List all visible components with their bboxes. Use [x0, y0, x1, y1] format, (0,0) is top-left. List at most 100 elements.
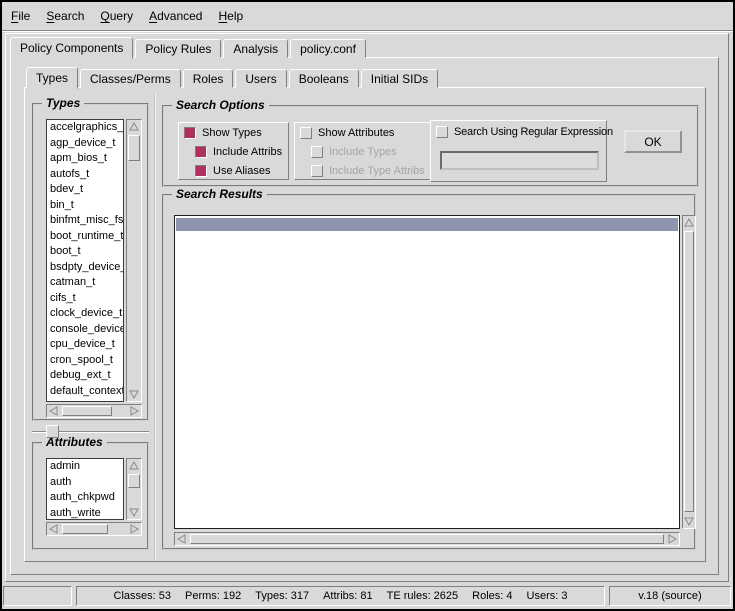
- menu-bar: File Search Query Advanced Help: [2, 2, 733, 30]
- type-list-item[interactable]: autofs_t: [47, 167, 123, 183]
- show-attributes-group: Show Attributes Include Types Include Ty…: [294, 122, 431, 180]
- checkbox-label: Show Types: [202, 127, 262, 139]
- type-list-item[interactable]: bsdpty_device_: [47, 260, 123, 276]
- show-types-group: Show Types Include Attribs Use Aliases: [178, 122, 289, 180]
- tab-policy-components[interactable]: Policy Components: [10, 37, 133, 59]
- tab-types[interactable]: Types: [26, 67, 78, 89]
- tab-policy-rules[interactable]: Policy Rules: [135, 39, 221, 58]
- scroll-left-arrow-icon[interactable]: [47, 523, 60, 535]
- regex-checkbox[interactable]: Search Using Regular Expression: [436, 126, 613, 138]
- type-list-item[interactable]: cpu_device_t: [47, 337, 123, 353]
- checkbox-indicator-icon: [311, 165, 323, 177]
- search-results-title: Search Results: [172, 187, 267, 201]
- tab-booleans[interactable]: Booleans: [289, 69, 359, 88]
- sash-handle[interactable]: [46, 425, 59, 438]
- tab-initial-sids[interactable]: Initial SIDs: [361, 69, 438, 88]
- attributes-frame: Attributes adminauthauth_chkpwdauth_writ…: [32, 442, 149, 550]
- types-listbox[interactable]: accelgraphics_eagp_device_tapm_bios_taut…: [46, 119, 124, 402]
- status-left: [3, 586, 72, 606]
- type-list-item[interactable]: cifs_t: [47, 291, 123, 307]
- attributes-vscrollbar[interactable]: [126, 458, 142, 520]
- scroll-up-arrow-icon[interactable]: [683, 216, 695, 229]
- pane-divider[interactable]: [154, 92, 156, 560]
- regex-group: Search Using Regular Expression: [430, 120, 607, 182]
- tab-analysis[interactable]: Analysis: [223, 39, 288, 58]
- type-list-item[interactable]: accelgraphics_e: [47, 120, 123, 136]
- scroll-right-arrow-icon[interactable]: [128, 405, 141, 417]
- scroll-thumb[interactable]: [684, 231, 694, 512]
- scroll-left-arrow-icon[interactable]: [175, 533, 188, 545]
- results-text-area[interactable]: [174, 215, 680, 529]
- type-list-item[interactable]: binfmt_misc_fs: [47, 213, 123, 229]
- menu-help[interactable]: Help: [213, 7, 248, 25]
- attributes-hscrollbar[interactable]: [46, 522, 142, 536]
- scroll-thumb[interactable]: [190, 534, 664, 544]
- menu-advanced[interactable]: Advanced: [144, 7, 207, 25]
- include-type-attribs-checkbox[interactable]: Include Type Attribs: [311, 165, 425, 177]
- show-types-checkbox[interactable]: Show Types: [184, 127, 262, 139]
- type-list-item[interactable]: cron_spool_t: [47, 353, 123, 369]
- menu-search[interactable]: Search: [41, 7, 89, 25]
- type-list-item[interactable]: agp_device_t: [47, 136, 123, 152]
- scroll-down-arrow-icon[interactable]: [127, 506, 141, 519]
- attributes-listbox[interactable]: adminauthauth_chkpwdauth_write: [46, 458, 124, 520]
- type-list-item[interactable]: apm_bios_t: [47, 151, 123, 167]
- type-list-item[interactable]: boot_t: [47, 244, 123, 260]
- regex-entry[interactable]: [440, 151, 599, 170]
- search-options-frame: Search Options Show Types Include Attrib…: [162, 105, 699, 187]
- menubar-separator: [2, 30, 733, 32]
- results-hscrollbar[interactable]: [174, 532, 680, 546]
- status-stat: TE rules: 2625: [387, 590, 459, 602]
- attribute-list-item[interactable]: auth_chkpwd: [47, 490, 123, 506]
- scroll-thumb[interactable]: [128, 135, 140, 161]
- tab-policy-conf[interactable]: policy.conf: [290, 39, 366, 58]
- type-list-item[interactable]: default_context: [47, 384, 123, 400]
- include-attribs-checkbox[interactable]: Include Attribs: [195, 146, 282, 158]
- type-list-item[interactable]: bin_t: [47, 198, 123, 214]
- status-stat: Types: 317: [255, 590, 309, 602]
- main-tab-bar: Policy ComponentsPolicy RulesAnalysispol…: [10, 36, 366, 58]
- scroll-down-arrow-icon[interactable]: [683, 515, 695, 528]
- checkbox-label: Include Types: [329, 146, 397, 158]
- type-list-item[interactable]: clock_device_t: [47, 306, 123, 322]
- types-hscrollbar[interactable]: [46, 404, 142, 418]
- attribute-list-item[interactable]: auth: [47, 475, 123, 491]
- type-list-item[interactable]: bdev_t: [47, 182, 123, 198]
- scroll-right-arrow-icon[interactable]: [666, 533, 679, 545]
- type-list-item[interactable]: default_t: [47, 399, 123, 402]
- use-aliases-checkbox[interactable]: Use Aliases: [195, 165, 270, 177]
- scroll-up-arrow-icon[interactable]: [127, 120, 141, 133]
- scroll-thumb[interactable]: [62, 406, 112, 416]
- scroll-left-arrow-icon[interactable]: [47, 405, 60, 417]
- ok-button[interactable]: OK: [624, 130, 682, 153]
- checkbox-label: Search Using Regular Expression: [454, 126, 613, 138]
- type-list-item[interactable]: boot_runtime_t: [47, 229, 123, 245]
- types-frame-title: Types: [42, 96, 84, 110]
- scroll-thumb[interactable]: [128, 474, 140, 488]
- checkbox-indicator-icon: [300, 127, 312, 139]
- type-list-item[interactable]: console_device: [47, 322, 123, 338]
- scroll-right-arrow-icon[interactable]: [128, 523, 141, 535]
- type-list-item[interactable]: catman_t: [47, 275, 123, 291]
- attribute-list-item[interactable]: auth_write: [47, 506, 123, 521]
- checkbox-indicator-icon: [195, 165, 207, 177]
- attribute-list-item[interactable]: admin: [47, 459, 123, 475]
- tab-users[interactable]: Users: [235, 69, 286, 88]
- show-attributes-checkbox[interactable]: Show Attributes: [300, 127, 394, 139]
- scroll-thumb[interactable]: [62, 524, 108, 534]
- menu-query[interactable]: Query: [95, 7, 138, 25]
- tab-classes-perms[interactable]: Classes/Perms: [80, 69, 181, 88]
- types-vscrollbar[interactable]: [126, 119, 142, 402]
- scroll-down-arrow-icon[interactable]: [127, 388, 141, 401]
- checkbox-label: Use Aliases: [213, 165, 270, 177]
- status-stat: Perms: 192: [185, 590, 241, 602]
- tab-roles[interactable]: Roles: [183, 69, 234, 88]
- results-vscrollbar[interactable]: [682, 215, 696, 529]
- scroll-up-arrow-icon[interactable]: [127, 459, 141, 472]
- app-window: File Search Query Advanced Help Policy Compo…: [2, 2, 733, 609]
- menu-file[interactable]: File: [6, 7, 35, 25]
- type-list-item[interactable]: debug_ext_t: [47, 368, 123, 384]
- search-results-frame: Search Results: [162, 194, 696, 550]
- status-stat: Users: 3: [527, 590, 568, 602]
- include-types-checkbox[interactable]: Include Types: [311, 146, 397, 158]
